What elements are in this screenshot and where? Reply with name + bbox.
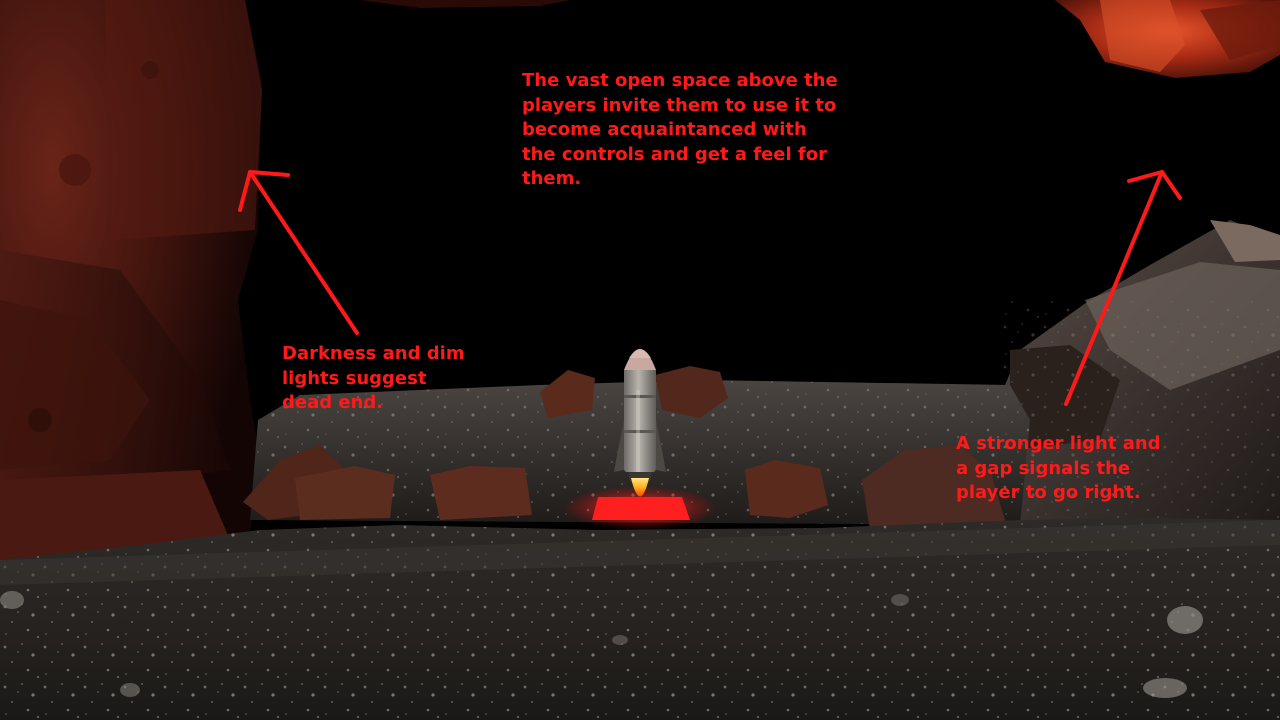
annotation-dead-end: Darkness and dim lights suggest dead end…: [282, 343, 465, 413]
annotation-open-space: The vast open space above the players in…: [522, 70, 838, 189]
game-viewport: The vast open space above the players in…: [0, 0, 1280, 720]
landing-pad: [592, 497, 690, 520]
cave-floor: [0, 518, 1280, 720]
annotation-go-right: A stronger light and a gap signals the p…: [956, 433, 1161, 503]
left-cave-wall: [0, 0, 262, 560]
